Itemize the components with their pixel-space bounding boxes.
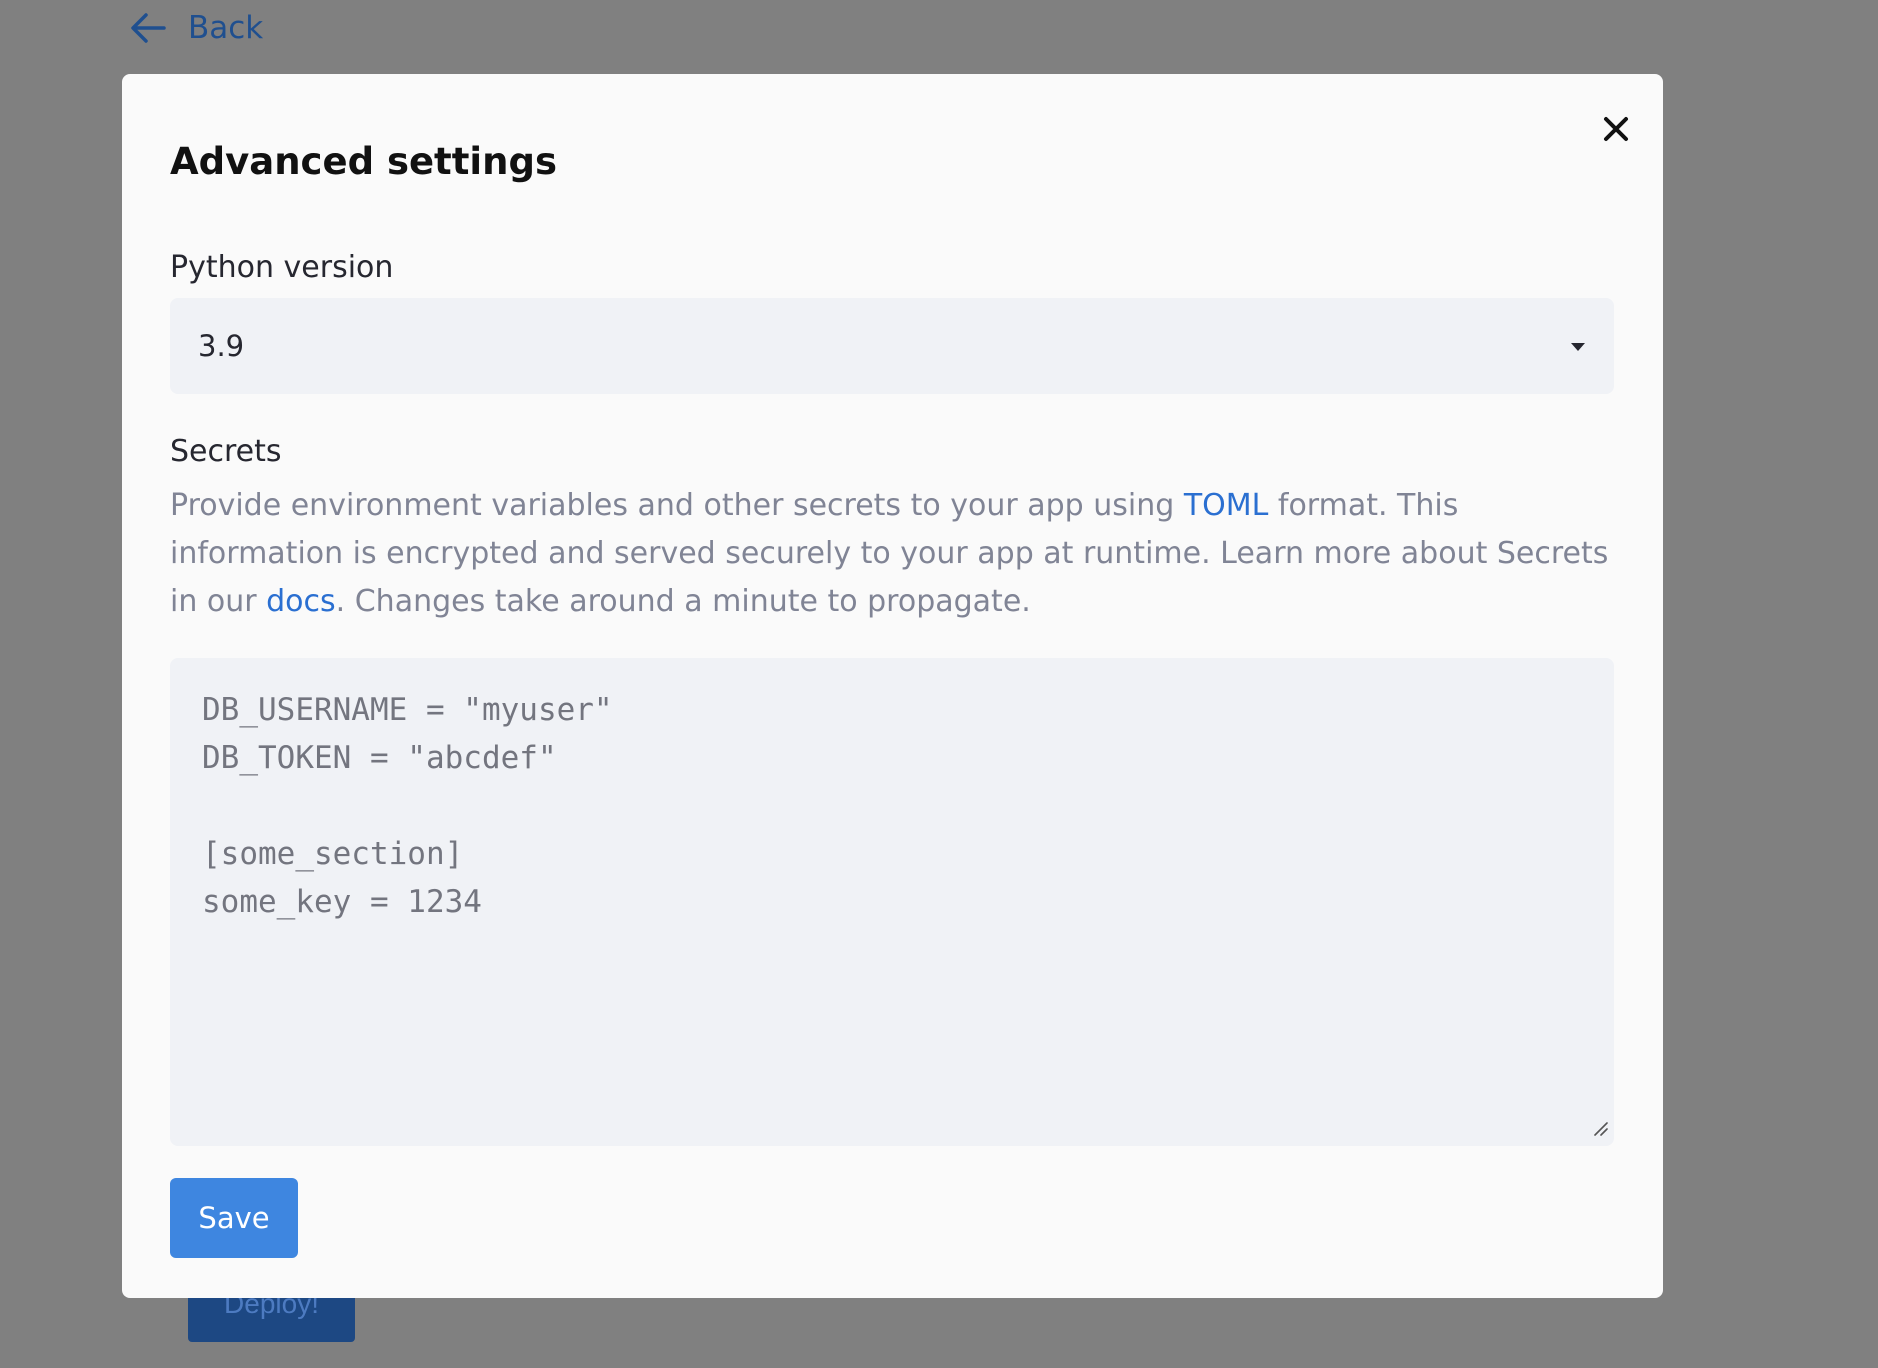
secret-line: ​ <box>202 782 1582 830</box>
secrets-label: Secrets <box>170 434 282 469</box>
help-text-part3: . Changes take around a minute to propag… <box>335 584 1031 619</box>
secret-line: DB_USERNAME = "myuser" <box>202 692 613 728</box>
python-version-label: Python version <box>170 250 394 285</box>
python-version-value: 3.9 <box>198 329 245 363</box>
resize-handle-icon[interactable] <box>1592 1120 1608 1140</box>
secrets-content: DB_USERNAME = "myuser" DB_TOKEN = "abcdef… <box>202 686 1582 926</box>
close-button[interactable] <box>1590 104 1642 156</box>
save-button[interactable]: Save <box>170 1178 298 1258</box>
help-text-part1: Provide environment variables and other … <box>170 488 1184 523</box>
close-icon <box>1603 116 1629 145</box>
back-label: Back <box>188 10 264 46</box>
arrow-left-icon <box>130 12 166 44</box>
secret-line: [some_section] <box>202 836 464 872</box>
back-link[interactable]: Back <box>130 10 263 46</box>
advanced-settings-modal: Advanced settings Python version 3.9 Sec… <box>122 74 1663 1298</box>
secrets-textarea[interactable]: DB_USERNAME = "myuser" DB_TOKEN = "abcdef… <box>170 658 1614 1146</box>
modal-title: Advanced settings <box>170 140 557 183</box>
caret-down-icon <box>1570 337 1586 356</box>
python-version-select[interactable]: 3.9 <box>170 298 1614 394</box>
docs-link[interactable]: docs <box>266 584 336 619</box>
toml-link[interactable]: TOML <box>1184 488 1269 523</box>
secrets-help-text: Provide environment variables and other … <box>170 482 1614 626</box>
secret-line: some_key = 1234 <box>202 884 482 920</box>
secret-line: DB_TOKEN = "abcdef" <box>202 740 557 776</box>
